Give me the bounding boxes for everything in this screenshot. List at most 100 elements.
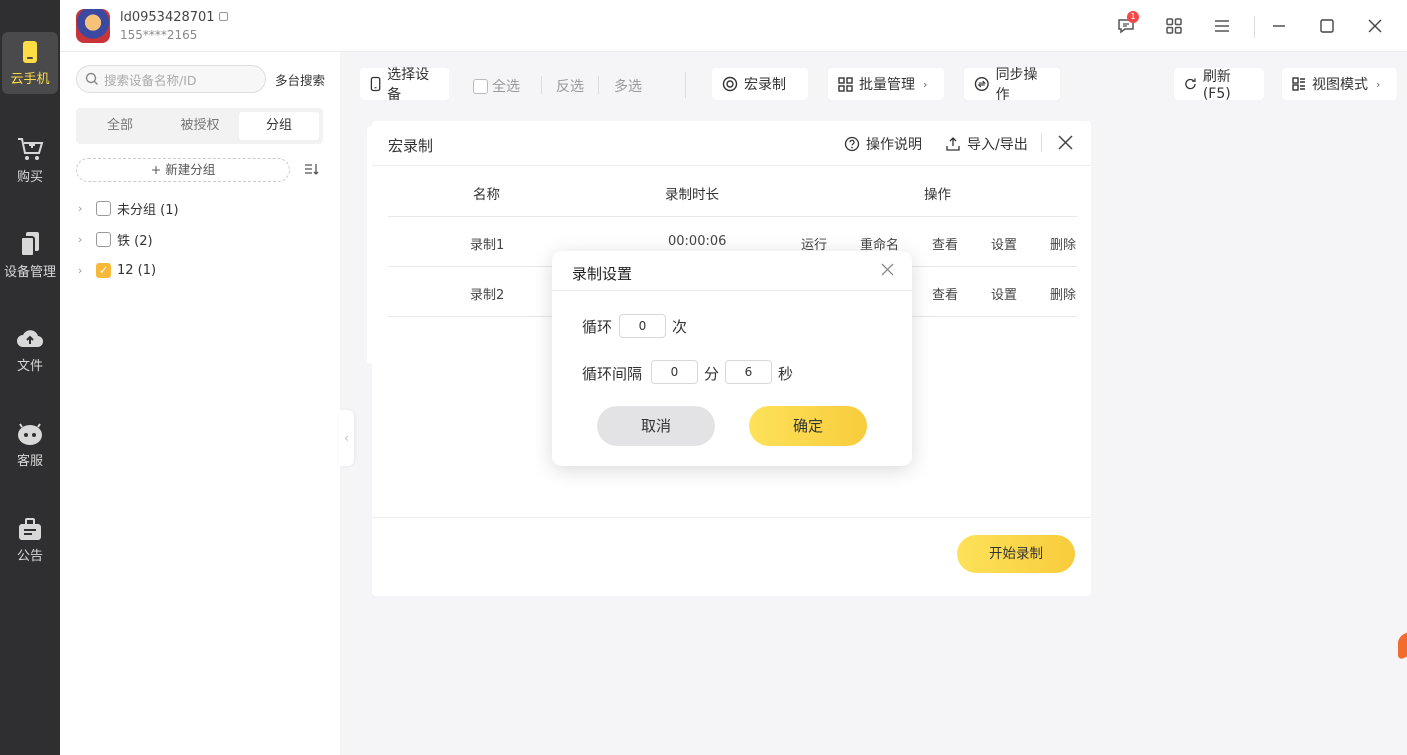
support-icon	[18, 422, 42, 445]
view-mode-button[interactable]: 视图模式 ›	[1282, 68, 1397, 100]
delete-button[interactable]: 删除	[1050, 234, 1076, 253]
confirm-button[interactable]: 确定	[749, 406, 867, 446]
search-placeholder: 搜索设备名称/ID	[104, 72, 197, 88]
rail-item-buy[interactable]: 购买	[0, 128, 60, 192]
macro-record-button[interactable]: 宏录制	[712, 68, 808, 100]
refresh-icon	[1185, 78, 1196, 90]
select-all-label: 全选	[492, 79, 520, 95]
view-button[interactable]: 查看	[932, 234, 958, 253]
toolbar-divider	[598, 76, 599, 94]
tab-authorized[interactable]: 被授权	[160, 112, 240, 140]
tab-groups[interactable]: 分组	[239, 112, 319, 140]
batch-manage-button[interactable]: 批量管理 ›	[828, 68, 944, 100]
chevron-right-icon[interactable]: ›	[78, 264, 94, 277]
toolbar-divider	[685, 72, 686, 98]
group-row[interactable]: › 铁 (2)	[78, 229, 153, 249]
macro-record-label: 宏录制	[744, 77, 786, 93]
notification-button[interactable]: 1	[1114, 11, 1139, 38]
floating-widget[interactable]	[1398, 631, 1407, 661]
select-all-box[interactable]	[473, 78, 488, 94]
multi-select-button[interactable]: 多选	[614, 76, 642, 96]
rail-label: 购买	[16, 169, 43, 185]
interval-seconds-input[interactable]	[725, 360, 772, 384]
invert-selection-button[interactable]: 反选	[556, 76, 584, 96]
rail-item-support[interactable]: 客服	[0, 413, 60, 477]
panel-divider	[372, 165, 1091, 166]
maximize-button[interactable]	[1315, 14, 1339, 38]
menu-button[interactable]	[1210, 14, 1234, 38]
select-device-label: 选择设备	[387, 67, 430, 103]
cancel-button[interactable]: 取消	[597, 406, 715, 446]
grid-icon	[1166, 18, 1182, 34]
chevron-right-icon[interactable]: ›	[78, 202, 94, 215]
view-button[interactable]: 查看	[932, 284, 958, 303]
close-dialog-button[interactable]	[881, 263, 894, 280]
rail-item-files[interactable]: 文件	[0, 318, 60, 382]
column-header-duration: 录制时长	[665, 187, 719, 203]
close-icon	[881, 263, 894, 276]
topbar-divider	[1254, 16, 1255, 38]
delete-button[interactable]: 删除	[1050, 284, 1076, 303]
tab-all[interactable]: 全部	[80, 112, 160, 140]
copy-icon[interactable]	[218, 12, 228, 21]
group-checkbox-checked[interactable]: ✓	[96, 262, 111, 278]
import-export-icon	[946, 137, 960, 151]
settings-button[interactable]: 设置	[991, 284, 1017, 303]
panel-footer-divider	[372, 517, 1091, 518]
group-row[interactable]: › ✓ 12 (1)	[78, 260, 156, 280]
account-id: ld0953428701	[120, 10, 228, 25]
seconds-unit: 秒	[778, 365, 794, 383]
interval-minutes-input[interactable]	[651, 360, 698, 384]
refresh-label: 刷新(F5)	[1202, 69, 1231, 102]
loop-count-input[interactable]	[619, 314, 666, 338]
rail-item-announcement[interactable]: 公告	[0, 508, 60, 572]
avatar[interactable]	[76, 9, 110, 43]
search-icon	[85, 72, 98, 85]
grid-view-button[interactable]	[1162, 14, 1186, 38]
refresh-button[interactable]: 刷新(F5)	[1174, 68, 1264, 102]
loop-label: 循环	[582, 318, 613, 336]
rail-item-cloud-phone[interactable]: 云手机	[2, 32, 58, 94]
group-label: 未分组 (1)	[117, 202, 179, 218]
account-id-text: ld0953428701	[120, 10, 215, 25]
chevron-right-icon[interactable]: ›	[78, 233, 94, 246]
sidebar-tabs: 全部 被授权 分组	[76, 108, 323, 144]
close-window-button[interactable]	[1363, 14, 1387, 38]
group-checkbox[interactable]	[96, 231, 111, 247]
collapse-sidebar-handle[interactable]: ‹	[339, 410, 354, 466]
close-panel-button[interactable]	[1057, 134, 1074, 155]
help-icon	[844, 136, 860, 152]
chevron-right-icon: ›	[1376, 77, 1381, 91]
multi-search-button[interactable]: 多台搜索	[275, 70, 325, 89]
sync-operation-button[interactable]: 同步操作	[964, 67, 1060, 103]
record-name: 录制1	[470, 238, 505, 253]
row-divider	[388, 216, 1077, 217]
rail-label: 公告	[16, 548, 43, 564]
import-export-button[interactable]: 导入/导出	[945, 134, 1028, 154]
minimize-button[interactable]	[1267, 14, 1291, 38]
new-group-button[interactable]: + 新建分组	[76, 158, 290, 182]
close-icon	[1058, 135, 1073, 150]
top-bar: ld0953428701 155****2165 1	[60, 0, 1407, 52]
select-all-checkbox[interactable]: 全选	[473, 76, 520, 96]
sort-button[interactable]	[304, 162, 320, 180]
search-input[interactable]: 搜索设备名称/ID	[76, 65, 266, 93]
minimize-icon	[1273, 25, 1285, 27]
panel-title: 宏录制	[388, 137, 434, 155]
group-label: 铁 (2)	[117, 233, 153, 249]
chevron-right-icon: ›	[923, 77, 928, 91]
group-checkbox[interactable]	[96, 200, 111, 216]
rail-label: 客服	[16, 453, 43, 469]
select-device-button[interactable]: 选择设备	[360, 67, 449, 103]
group-row[interactable]: › 未分组 (1)	[78, 198, 179, 218]
sync-icon	[974, 76, 989, 92]
sync-operation-label: 同步操作	[995, 67, 1038, 103]
rail-item-device-management[interactable]: 设备管理	[0, 223, 60, 287]
settings-button[interactable]: 设置	[991, 234, 1017, 253]
help-button[interactable]: 操作说明	[844, 134, 922, 154]
dialog-title: 录制设置	[572, 265, 633, 283]
left-nav-rail: 云手机 购买 设备管理 文件 客服 公告	[0, 0, 60, 755]
account-phone: 155****2165	[120, 28, 198, 42]
panel-header-divider	[1041, 134, 1042, 152]
start-recording-button[interactable]: 开始录制	[957, 535, 1075, 573]
